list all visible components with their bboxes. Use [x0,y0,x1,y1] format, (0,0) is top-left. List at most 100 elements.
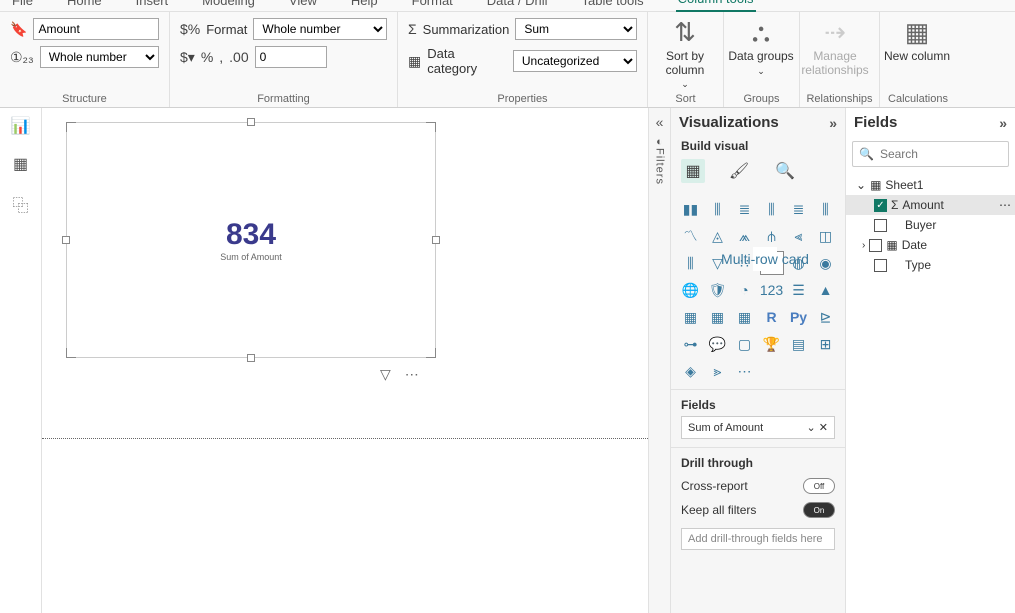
page-separator [42,438,648,439]
resize-handle[interactable] [432,236,440,244]
drill-fields-well[interactable]: Add drill-through fields here [681,528,835,550]
viz-type[interactable]: ▦ [733,305,757,329]
viz-type[interactable]: 123 [760,278,784,302]
thousands-button[interactable]: , [219,49,223,65]
viz-type[interactable]: ≣ [733,197,757,221]
viz-type[interactable]: ⊶ [679,332,703,356]
field-type[interactable]: Type [846,255,1015,275]
checkbox[interactable] [874,219,887,232]
field-date[interactable]: ›▦Date [846,235,1015,255]
viz-type[interactable]: ⫼ [679,251,703,275]
viz-type[interactable]: ◫ [814,224,838,248]
category-select[interactable]: Uncategorized [513,50,637,72]
filters-collapsed: « ◐ Filters [648,108,670,613]
decimals-input[interactable] [255,46,327,68]
viz-type[interactable]: ⫷ [787,224,811,248]
new-column-button[interactable]: ▦New column [882,16,952,64]
group-label-calculations: Calculations [882,93,954,107]
viz-type[interactable]: ▲ [814,278,838,302]
column-name-input[interactable] [33,18,159,40]
tab-table-tools[interactable]: Table tools [579,0,645,12]
viz-type[interactable]: ▮▮ [679,197,703,221]
expand-filters-button[interactable]: « [656,114,664,130]
viz-type[interactable]: ⊞ [814,332,838,356]
viz-type[interactable]: 🏆 [760,332,784,356]
sort-by-column-button[interactable]: ⇅Sort by column⌄ [650,16,720,90]
checkbox[interactable] [869,239,882,252]
build-visual-tab[interactable]: ▦ [681,159,705,183]
viz-type[interactable]: ≣ [787,197,811,221]
fields-section-label: Fields [681,398,835,412]
more-icon[interactable]: ⋯ [999,198,1011,212]
model-view-button[interactable]: ⿻ [12,192,28,216]
viz-type[interactable]: ⫼ [814,197,838,221]
field-amount[interactable]: ✓ΣAmount⋯ [846,195,1015,215]
viz-type[interactable]: 🛡 [706,278,730,302]
viz-type[interactable]: R [760,305,784,329]
tab-modeling[interactable]: Modeling [200,0,257,12]
currency-button[interactable]: $▾ [180,49,195,66]
more-visuals-button[interactable]: ⋯ [733,359,757,383]
data-view-button[interactable]: ▦ [13,154,28,174]
checkbox[interactable] [874,259,887,272]
format-visual-tab[interactable]: 🖌 [727,159,751,183]
tab-home[interactable]: Home [65,0,104,12]
card-visual[interactable]: 834 Sum of Amount [66,122,436,358]
field-well[interactable]: Sum of Amount⌄ ✕ [681,416,835,439]
group-label-relationships: Relationships [800,93,879,107]
tab-view[interactable]: View [287,0,319,12]
percent-button[interactable]: % [201,49,213,65]
field-buyer[interactable]: Buyer [846,215,1015,235]
format-select[interactable]: Whole number [253,18,387,40]
viz-type[interactable]: ◬ [706,224,730,248]
viz-type[interactable]: ⊵ [814,305,838,329]
viz-type[interactable]: ▢ [733,332,757,356]
category-label: Data category [427,46,507,76]
filter-icon[interactable]: ▽ [380,366,391,383]
viz-type[interactable]: 〽 [679,224,703,248]
viz-type[interactable]: ▦ [706,305,730,329]
data-groups-button[interactable]: ⛬Data groups⌄ [726,16,796,76]
viz-type[interactable]: ▦ [679,305,703,329]
viz-type[interactable]: ☰ [787,278,811,302]
viz-type[interactable]: ▤ [787,332,811,356]
datatype-select[interactable]: Whole number [40,46,159,68]
tab-data-drill[interactable]: Data / Drill [485,0,550,12]
viz-type[interactable]: ⫼ [706,197,730,221]
tab-column-tools[interactable]: Column tools [676,0,756,12]
viz-type[interactable]: ◈ [679,359,703,383]
tab-format[interactable]: Format [410,0,455,12]
viz-type[interactable]: 💬 [706,332,730,356]
collapse-viz-button[interactable]: » [829,115,837,131]
cross-report-toggle[interactable]: Off [803,478,835,494]
tab-file[interactable]: File [10,0,35,12]
viz-type[interactable]: ◔ [733,278,757,302]
checkbox-on[interactable]: ✓ [874,199,887,212]
viz-type[interactable]: ⩕ [733,224,757,248]
resize-handle[interactable] [247,354,255,362]
resize-handle[interactable] [62,236,70,244]
field-remove-button[interactable]: ✕ [819,422,828,434]
resize-handle[interactable] [247,118,255,126]
summarization-select[interactable]: Sum [515,18,637,40]
table-node[interactable]: ⌄▦Sheet1 [846,175,1015,195]
viz-type[interactable]: ◉ [814,251,838,275]
more-icon[interactable]: ⋯ [405,366,419,383]
report-view-button[interactable]: 📊 [11,116,31,136]
filters-tab-icon[interactable]: ◐ [656,136,663,148]
analytics-tab[interactable]: 🔍 [773,159,797,183]
field-chevron-icon[interactable]: ⌄ [807,422,816,434]
fields-search-input[interactable]: 🔍Search [852,141,1009,167]
tab-help[interactable]: Help [349,0,380,12]
viz-type[interactable]: ⪢ [706,359,730,383]
viz-type[interactable]: ⫼ [760,197,784,221]
calendar-icon: ▦ [886,238,897,252]
viz-type[interactable]: 🌐 [679,278,703,302]
manage-relationships-button: ⇢Manage relationships [800,16,870,77]
group-label-sort: Sort [650,93,721,107]
keep-filters-toggle[interactable]: On [803,502,835,518]
viz-type[interactable]: ⫛ [760,224,784,248]
viz-type[interactable]: Py [787,305,811,329]
tab-insert[interactable]: Insert [134,0,171,12]
collapse-fields-button[interactable]: » [999,115,1007,131]
